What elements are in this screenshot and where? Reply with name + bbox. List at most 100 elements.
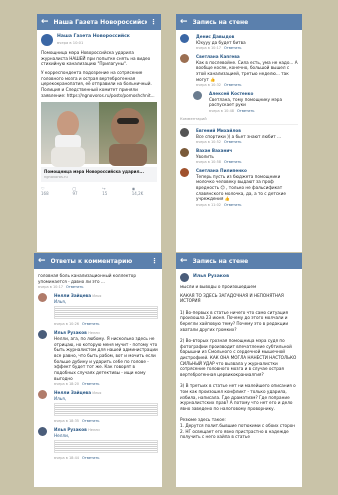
comment-time: вчера в 10:32: [196, 83, 222, 88]
comment-icon: ▢: [72, 185, 77, 191]
back-arrow-icon[interactable]: ←: [180, 256, 188, 266]
post-screen: ← Наша Газета Новороссийск ⋮ Наша Газета…: [37, 14, 161, 252]
comment-button[interactable]: ▢ 97: [73, 186, 94, 197]
top-bar: ← Ответы к комментарию ⋮: [34, 253, 162, 269]
comment-count: 97: [72, 191, 78, 196]
comment: Илья Рузаков Нелли Нелли, вчера в 18:44 О…: [38, 427, 158, 461]
bar-title: Запись на стене: [192, 18, 249, 26]
comment-time: вчера в 10:17: [38, 285, 64, 290]
comment-author[interactable]: Нелли Зайцева: [54, 293, 91, 298]
comment-time: вчера в 18:20: [54, 382, 80, 387]
comment: Нелли Зайцева Илья Илья, вчера в 10:26 От…: [38, 293, 158, 327]
avatar[interactable]: [180, 167, 189, 177]
avatar[interactable]: [38, 427, 47, 437]
comment: Денис Давыдов Юхууу да будет битва вчера…: [180, 34, 298, 51]
comment-time: вчера в 18:35: [54, 419, 80, 424]
comment-text: КАКАЯ ТО ЗДЕСЬ ЗАГАДОЧНАЯ И НЕПОНЯТНАЯ И…: [180, 292, 297, 440]
reply-to[interactable]: Нелли: [88, 331, 100, 335]
comment-time: вчера в 10:17: [196, 46, 222, 51]
post-time: вчера в 10:01: [57, 40, 84, 45]
comment-header: Илья Рузаков: [180, 273, 298, 282]
reply-to[interactable]: Илья: [92, 391, 101, 395]
avatar[interactable]: [193, 91, 202, 101]
comment-text: Илья,: [54, 395, 67, 401]
post-text: Помощница мэра Новороссийска ударила жур…: [41, 50, 157, 98]
post-paragraph: У корреспондента подозрение на сотрясени…: [41, 70, 155, 98]
reply-button[interactable]: Ответить: [224, 140, 241, 144]
reply-button[interactable]: Ответить: [82, 382, 99, 386]
avatar[interactable]: [180, 147, 189, 157]
like-count: 168: [41, 191, 49, 196]
attached-image[interactable]: [54, 306, 158, 320]
comment-author[interactable]: Илья Рузаков: [54, 330, 87, 335]
comments-divider: Комментарий: [180, 117, 298, 125]
photo-left: [41, 102, 99, 168]
reply-button[interactable]: Ответить: [66, 285, 83, 289]
replies-screen: ← Ответы к комментарию ⋮ головная боль к…: [34, 253, 162, 487]
more-icon[interactable]: ⋮: [150, 18, 157, 26]
top-bar: ← Наша Газета Новороссийск ⋮: [37, 14, 161, 30]
avatar[interactable]: [180, 273, 189, 282]
bar-title: Запись на стене: [192, 257, 249, 265]
reply-button[interactable]: Ответить: [224, 46, 241, 50]
comment-time: вчера в 10:26: [54, 322, 80, 327]
share-count: 15: [102, 191, 108, 196]
comment: Нелли Зайцева Илья Илья, вчера в 18:35 От…: [38, 389, 158, 424]
avatar[interactable]: [38, 330, 47, 340]
comments-screen: ← Запись на стене Денис Давыдов Юхууу да…: [176, 14, 302, 252]
comment-time: вчера в 11:02: [196, 203, 222, 208]
attached-image[interactable]: [54, 403, 158, 417]
comment: Евгений Михайлов Все спортики )) а бьет …: [180, 127, 298, 145]
reply-button[interactable]: Ответить: [224, 160, 241, 164]
more-icon[interactable]: ⋮: [151, 257, 158, 265]
group-avatar[interactable]: [41, 34, 53, 46]
reply-button[interactable]: Ответить: [82, 456, 99, 460]
attached-image[interactable]: [54, 440, 158, 454]
comment-author[interactable]: Илья Рузаков: [54, 427, 87, 432]
bar-title: Наша Газета Новороссийск: [53, 18, 147, 26]
group-name[interactable]: Наша Газета Новороссийск: [57, 34, 130, 40]
avatar[interactable]: [180, 127, 189, 137]
comment-time: вчера в 10:58: [196, 160, 222, 165]
comment: Илья Рузаков Нелли Нелли, ага, по любому…: [38, 330, 158, 387]
photo-right: [99, 102, 157, 167]
like-button[interactable]: ♡ 168: [41, 186, 64, 197]
comment-reply: Алексей Костенко Светлана, тому помощник…: [193, 91, 298, 114]
comment: Вахан Ваханич Уволить вчера в 10:58 Ответ…: [180, 147, 298, 165]
comment: Светлана Пилипенко Теперь пусть из бюдже…: [180, 167, 298, 208]
comment-text: Светлана, тому помощнику мэра распускает…: [209, 96, 283, 108]
share-button[interactable]: ↪ 15: [102, 186, 122, 197]
comment-text: Как в послевойне. Сила есть, ума не надо…: [196, 59, 298, 82]
post-stats: ♡ 168 ▢ 97 ↪ 15 ◉ 14,2K: [41, 186, 157, 197]
link-preview[interactable]: Помощница мэра Новороссийска ударил... n…: [41, 167, 157, 182]
share-icon: ↪: [102, 185, 106, 191]
comment-intro: мысли и выводы о произошедшем: [180, 284, 257, 289]
parent-comment-text: головная боль канализационный коллектор …: [38, 273, 137, 284]
reply-button[interactable]: Ответить: [82, 419, 99, 423]
comment-text: Илья,: [54, 298, 67, 304]
comment-time: вчера в 18:44: [54, 456, 80, 461]
comment-time: вчера в 10:48: [209, 109, 235, 114]
heart-icon: ♡: [41, 185, 45, 191]
reply-button[interactable]: Ответить: [82, 322, 99, 326]
top-bar: ← Запись на стене: [176, 253, 302, 269]
bar-title: Ответы к комментарию: [50, 257, 133, 265]
avatar[interactable]: [38, 389, 47, 399]
reply-button[interactable]: Ответить: [237, 109, 254, 113]
reply-to[interactable]: Нелли: [88, 428, 100, 432]
comment-author[interactable]: Илья Рузаков: [193, 274, 229, 280]
avatar[interactable]: [180, 34, 189, 43]
avatar[interactable]: [180, 54, 189, 64]
reply-button[interactable]: Ответить: [224, 83, 241, 87]
comment-text: Нелли, ага, по любому. Я нисколько здесь…: [54, 335, 158, 381]
back-arrow-icon[interactable]: ←: [41, 17, 49, 27]
link-url: ngnovoros.ru: [44, 174, 68, 179]
reply-to[interactable]: Илья: [92, 294, 101, 298]
comment-author[interactable]: Нелли Зайцева: [54, 390, 91, 395]
post-photo[interactable]: [41, 102, 157, 168]
avatar[interactable]: [38, 293, 47, 303]
comment-text: Нелли,: [54, 432, 70, 438]
back-arrow-icon[interactable]: ←: [38, 256, 46, 266]
back-arrow-icon[interactable]: ←: [180, 17, 188, 27]
reply-button[interactable]: Ответить: [224, 203, 241, 207]
